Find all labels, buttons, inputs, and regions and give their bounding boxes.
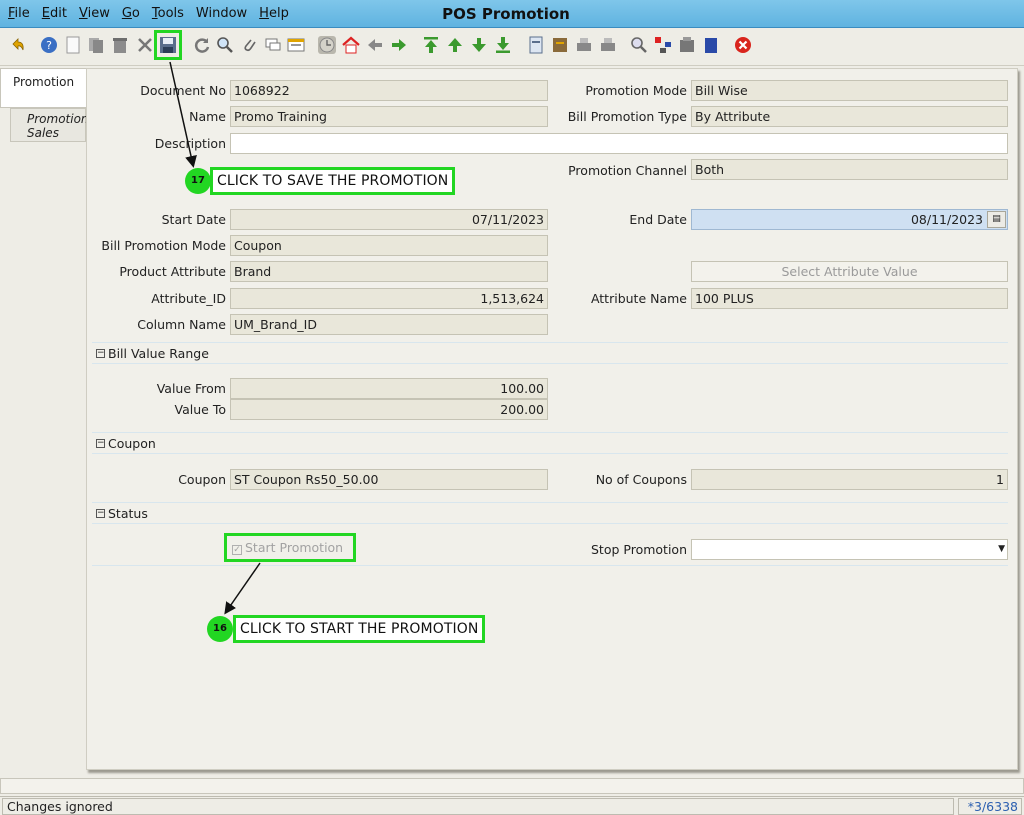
step-17-badge: 17 <box>185 168 211 194</box>
help-icon[interactable]: ? <box>40 36 58 54</box>
end-date-field[interactable]: 08/11/2023 ▤ <box>691 209 1008 230</box>
attribute-name-label: Attribute Name <box>590 291 687 306</box>
attribute-id-field[interactable]: 1,513,624 <box>230 288 548 309</box>
start-date-label: Start Date <box>161 212 226 227</box>
description-field[interactable] <box>230 133 1008 154</box>
step-16-badge: 16 <box>207 616 233 642</box>
select-attribute-value-button[interactable]: Select Attribute Value <box>691 261 1008 282</box>
product-info-icon[interactable] <box>678 36 696 54</box>
calendar-button[interactable]: ▤ <box>987 211 1006 228</box>
no-of-coupons-field[interactable]: 1 <box>691 469 1008 490</box>
product-attribute-label: Product Attribute <box>119 264 226 279</box>
refresh-icon[interactable] <box>193 36 211 54</box>
section-title: Status <box>108 506 148 521</box>
report-icon[interactable] <box>527 36 545 54</box>
grid-toggle-icon[interactable] <box>287 36 305 54</box>
section-title: Coupon <box>108 436 156 451</box>
section-coupon[interactable]: − Coupon <box>92 432 1008 454</box>
record-counter[interactable]: *3/6338 <box>958 798 1022 815</box>
promotion-channel-label: Promotion Channel <box>568 163 687 178</box>
promotion-mode-field[interactable]: Bill Wise <box>691 80 1008 101</box>
find-icon[interactable] <box>216 36 234 54</box>
column-name-field[interactable]: UM_Brand_ID <box>230 314 548 335</box>
document-no-field[interactable]: 1068922 <box>230 80 548 101</box>
value-from-label: Value From <box>156 381 226 396</box>
last-record-icon[interactable] <box>494 36 512 54</box>
product-attribute-field[interactable]: Brand <box>230 261 548 282</box>
divider <box>92 565 1008 566</box>
print-preview-icon[interactable] <box>575 36 593 54</box>
archive-icon[interactable] <box>551 36 569 54</box>
previous-record-icon[interactable] <box>446 36 464 54</box>
first-record-icon[interactable] <box>422 36 440 54</box>
bottom-strip <box>0 778 1024 794</box>
zoom-across-icon[interactable] <box>630 36 648 54</box>
print-icon[interactable] <box>599 36 617 54</box>
start-promotion-checkbox[interactable]: ✓ Start Promotion <box>224 533 356 562</box>
tab-promotion[interactable]: Promotion <box>0 68 86 108</box>
section-title: Bill Value Range <box>108 346 209 361</box>
end-date-label: End Date <box>629 212 687 227</box>
bill-promotion-type-field[interactable]: By Attribute <box>691 106 1008 127</box>
delete-icon[interactable] <box>111 36 129 54</box>
tab-strip: Promotion Promotion Sales <box>0 68 89 142</box>
attribute-name-field[interactable]: 100 PLUS <box>691 288 1008 309</box>
start-date-field[interactable]: 07/11/2023 <box>230 209 548 230</box>
bill-promotion-type-label: Bill Promotion Type <box>567 109 687 124</box>
promotion-channel-field[interactable]: Both <box>691 159 1008 180</box>
next-record-icon[interactable] <box>470 36 488 54</box>
step-16-callout: CLICK TO START THE PROMOTION <box>233 615 486 643</box>
collapse-icon[interactable]: − <box>96 509 105 518</box>
coupon-label: Coupon <box>178 472 226 487</box>
attribute-id-label: Attribute_ID <box>151 291 226 306</box>
undo-icon[interactable] <box>9 36 27 54</box>
step-17-callout: CLICK TO SAVE THE PROMOTION <box>210 167 456 195</box>
section-bill-value-range[interactable]: − Bill Value Range <box>92 342 1008 364</box>
status-message: Changes ignored <box>2 798 954 815</box>
no-of-coupons-label: No of Coupons <box>595 472 687 487</box>
value-to-field[interactable]: 200.00 <box>230 399 548 420</box>
value-from-field[interactable]: 100.00 <box>230 378 548 399</box>
status-bar: Changes ignored *3/6338 <box>0 796 1024 815</box>
chevron-down-icon[interactable]: ▼ <box>998 544 1005 554</box>
workflow-icon[interactable] <box>654 36 672 54</box>
svg-text:?: ? <box>46 39 52 52</box>
tab-promotion-sales[interactable]: Promotion Sales <box>10 108 89 142</box>
stop-promotion-label: Stop Promotion <box>591 542 687 557</box>
delete-selection-icon[interactable] <box>136 36 154 54</box>
collapse-icon[interactable]: − <box>96 439 105 448</box>
previous-icon[interactable] <box>366 36 384 54</box>
document-no-label: Document No <box>140 83 226 98</box>
title-bar: File Edit View Go Tools Window Help POS … <box>0 0 1024 28</box>
checkbox-icon[interactable]: ✓ <box>232 545 242 555</box>
attachment-icon[interactable] <box>240 36 258 54</box>
history-icon[interactable] <box>318 36 336 54</box>
coupon-field[interactable]: ST Coupon Rs50_50.00 <box>230 469 548 490</box>
promotion-mode-label: Promotion Mode <box>585 83 687 98</box>
bill-promotion-mode-field[interactable]: Coupon <box>230 235 548 256</box>
name-field[interactable]: Promo Training <box>230 106 548 127</box>
section-status[interactable]: − Status <box>92 502 1008 524</box>
end-date-value: 08/11/2023 <box>910 212 983 227</box>
home-icon[interactable] <box>342 36 360 54</box>
chat-icon[interactable] <box>264 36 282 54</box>
stop-promotion-select[interactable]: ▼ <box>691 539 1008 560</box>
bill-promotion-mode-label: Bill Promotion Mode <box>101 238 226 253</box>
request-icon[interactable] <box>702 36 720 54</box>
next-icon[interactable] <box>390 36 408 54</box>
window-title: POS Promotion <box>442 5 570 23</box>
collapse-icon[interactable]: − <box>96 349 105 358</box>
column-name-label: Column Name <box>137 317 226 332</box>
start-promotion-label: Start Promotion <box>245 540 344 555</box>
description-label: Description <box>154 136 226 151</box>
name-label: Name <box>189 109 226 124</box>
new-record-icon[interactable] <box>64 36 82 54</box>
value-to-label: Value To <box>174 402 226 417</box>
close-window-icon[interactable] <box>734 36 752 54</box>
save-button-highlight <box>154 30 182 60</box>
copy-record-icon[interactable] <box>87 36 105 54</box>
